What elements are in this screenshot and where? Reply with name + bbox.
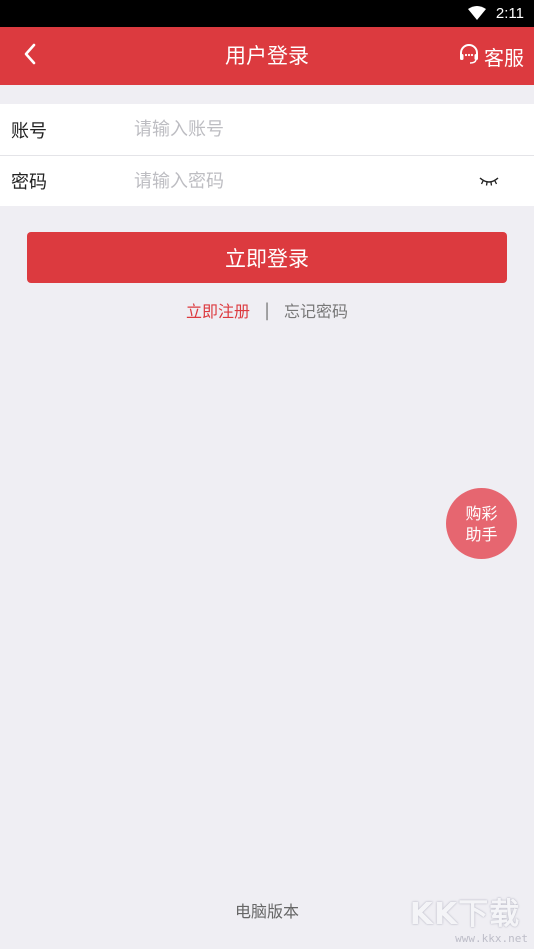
login-form: 账号 密码 <box>0 104 534 206</box>
account-label: 账号 <box>11 120 47 142</box>
watermark-text: KK下载 <box>409 897 521 932</box>
watermark-logo: KK下载 www.kkx.net <box>402 897 528 947</box>
login-button[interactable]: 立即登录 <box>27 232 507 283</box>
account-input[interactable] <box>134 109 454 150</box>
assistant-label-line1: 购彩 <box>465 503 498 523</box>
headset-icon <box>458 43 480 70</box>
back-button[interactable] <box>14 39 46 73</box>
auth-links: 立即注册 | 忘记密码 <box>0 296 534 324</box>
account-row: 账号 <box>0 104 534 155</box>
assistant-label-line2: 助手 <box>465 524 498 544</box>
link-separator: | <box>263 299 271 321</box>
password-input[interactable] <box>134 161 454 201</box>
watermark-url: www.kkx.net <box>455 932 528 945</box>
eye-closed-icon[interactable] <box>478 171 500 191</box>
app-header: 用户登录 客服 <box>0 27 534 85</box>
password-row: 密码 <box>0 155 534 206</box>
password-label: 密码 <box>11 172 47 193</box>
chevron-left-icon <box>23 43 37 69</box>
customer-service-button[interactable]: 客服 <box>458 40 524 72</box>
wifi-icon <box>467 6 486 21</box>
customer-service-label: 客服 <box>484 45 524 70</box>
status-time: 2:11 <box>495 5 524 22</box>
register-link[interactable]: 立即注册 <box>186 298 250 322</box>
forgot-password-link[interactable]: 忘记密码 <box>284 298 348 322</box>
lottery-assistant-button[interactable]: 购彩 助手 <box>446 488 517 559</box>
status-bar: 2:11 <box>0 0 534 27</box>
page-title: 用户登录 <box>225 44 309 68</box>
